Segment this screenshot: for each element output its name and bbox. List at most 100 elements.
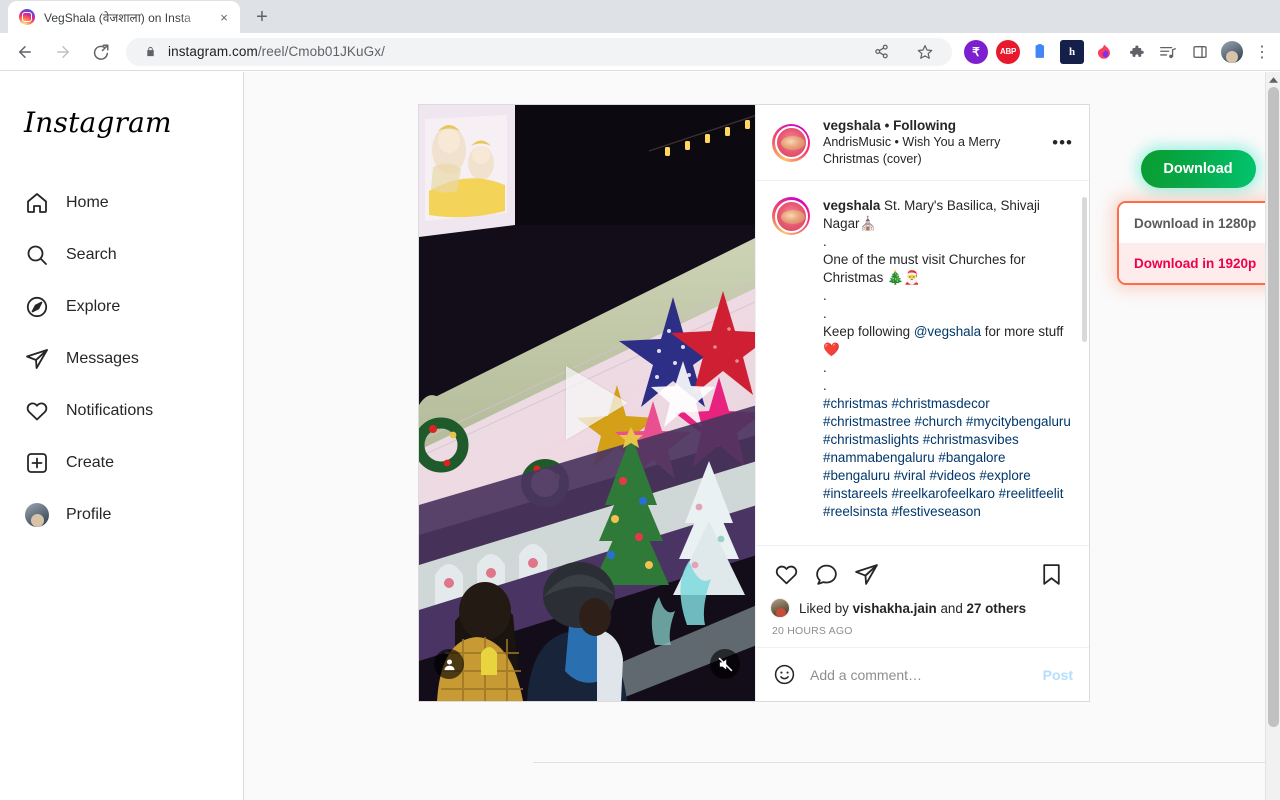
audio-track-label[interactable]: AndrisMusic • Wish You a Merry Christmas… <box>823 134 1046 168</box>
comment-input[interactable] <box>810 666 1043 683</box>
address-bar[interactable]: instagram.com/reel/Cmob01JKuGx/ <box>126 37 952 66</box>
close-icon[interactable]: × <box>216 9 232 25</box>
play-triangle-icon[interactable] <box>566 366 628 440</box>
side-panel-icon[interactable] <box>1188 40 1212 64</box>
sidebar-item-label: Create <box>66 454 115 471</box>
paper-plane-icon <box>24 346 50 372</box>
profile-avatar[interactable] <box>1221 40 1243 63</box>
reload-icon[interactable] <box>87 38 115 66</box>
page-viewport: Instagram Home Search Explore Messages N… <box>0 72 1280 800</box>
compass-icon <box>24 294 50 320</box>
forward-icon[interactable] <box>49 38 77 66</box>
plus-square-icon <box>24 450 50 476</box>
sidebar-item-label: Search <box>66 246 117 263</box>
url-text: instagram.com/reel/Cmob01JKuGx/ <box>168 44 385 59</box>
caption-scrollbar[interactable] <box>1081 197 1088 537</box>
browser-window: VegShala (वेजशाला) on Insta × + instagra… <box>0 0 1280 800</box>
post-header-texts: vegshala • Following AndrisMusic • Wish … <box>823 118 1046 168</box>
post-info-pane: vegshala • Following AndrisMusic • Wish … <box>755 105 1089 701</box>
reading-list-icon[interactable] <box>1156 40 1180 64</box>
download-button[interactable]: Download <box>1140 150 1256 188</box>
heart-icon <box>24 398 50 424</box>
author-avatar[interactable] <box>772 123 810 162</box>
muted-speaker-icon[interactable] <box>710 649 740 679</box>
extension-icons: ₹ ABP h <box>960 39 1216 64</box>
main-content: vegshala • Following AndrisMusic • Wish … <box>244 72 1280 800</box>
comment-bubble-icon[interactable] <box>810 558 842 590</box>
caption-scroll-area[interactable]: vegshala St. Mary's Basilica, Shivaji Na… <box>756 181 1089 545</box>
post-author-line: vegshala • Following <box>823 118 1046 133</box>
abp-adblock-icon[interactable]: ABP <box>996 39 1020 64</box>
post-timestamp: 20 HOURS AGO <box>772 625 853 637</box>
caption-avatar[interactable] <box>772 197 810 235</box>
download-option-1920p[interactable]: Download in 1920p <box>1119 243 1277 283</box>
sidebar-item-label: Home <box>66 194 109 211</box>
video-player[interactable] <box>419 105 755 701</box>
instagram-logo[interactable]: Instagram <box>24 106 231 139</box>
url-host: instagram.com <box>168 44 258 59</box>
sidebar-item-label: Explore <box>66 298 121 315</box>
caption-dot-1: . <box>823 234 827 249</box>
author-username[interactable]: vegshala <box>823 118 881 133</box>
clipboard-edit-icon[interactable] <box>1028 40 1052 64</box>
other-likers-count[interactable]: 27 others <box>967 601 1027 616</box>
back-icon[interactable] <box>11 38 39 66</box>
url-path: /reel/Cmob01JKuGx/ <box>257 44 385 59</box>
caption-dot-2: . <box>823 288 827 303</box>
caption-body: One of the must visit Churches for Chris… <box>823 252 1026 285</box>
caption-follow-prefix: Keep following <box>823 324 914 339</box>
page-scrollbar[interactable] <box>1265 72 1280 800</box>
sidebar-item-home[interactable]: Home <box>12 177 231 229</box>
like-heart-icon[interactable] <box>770 558 802 590</box>
star-icon[interactable] <box>911 38 939 66</box>
profile-avatar-icon <box>24 502 50 528</box>
home-icon <box>24 190 50 216</box>
sidebar-item-explore[interactable]: Explore <box>12 281 231 333</box>
new-tab-button[interactable]: + <box>248 3 276 31</box>
sidebar-item-messages[interactable]: Messages <box>12 333 231 385</box>
puzzle-extensions-icon[interactable] <box>1124 40 1148 64</box>
person-tag-icon[interactable] <box>434 649 464 679</box>
caption-text: vegshala St. Mary's Basilica, Shivaji Na… <box>823 197 1073 521</box>
action-icons-row <box>770 554 1075 594</box>
rupee-extension-icon[interactable]: ₹ <box>964 39 988 64</box>
downloader-widget: Download Download in 1280p Download in 1… <box>1117 150 1279 285</box>
flame-extension-icon[interactable] <box>1092 40 1116 64</box>
add-comment-bar: Post <box>756 647 1089 701</box>
liker-avatar[interactable] <box>770 598 790 618</box>
sidebar-item-search[interactable]: Search <box>12 229 231 281</box>
sidebar-item-notifications[interactable]: Notifications <box>12 385 231 437</box>
download-option-1280p[interactable]: Download in 1280p <box>1119 203 1277 243</box>
liker-username[interactable]: vishakha.jain <box>853 601 937 616</box>
omnibox-actions <box>862 38 944 66</box>
browser-toolbar: instagram.com/reel/Cmob01JKuGx/ ₹ ABP h <box>0 33 1280 71</box>
smiley-icon[interactable] <box>772 663 796 687</box>
sidebar-nav: Home Search Explore Messages Notificatio… <box>12 177 231 541</box>
mention-link[interactable]: @vegshala <box>914 324 981 339</box>
share-paper-plane-icon[interactable] <box>850 558 882 590</box>
browser-tab[interactable]: VegShala (वेजशाला) on Insta × <box>8 1 240 33</box>
following-label[interactable]: Following <box>893 118 956 133</box>
sidebar-item-create[interactable]: Create <box>12 437 231 489</box>
tab-title: VegShala (वेजशाला) on Insta <box>44 10 191 25</box>
sidebar-item-profile[interactable]: Profile <box>12 489 231 541</box>
download-options-menu: Download in 1280p Download in 1920p <box>1117 201 1279 285</box>
more-options-icon[interactable]: ••• <box>1046 133 1073 153</box>
hashtag-list[interactable]: #christmas #christmasdecor #christmastre… <box>823 396 1071 519</box>
sidebar-item-label: Profile <box>66 506 112 523</box>
browser-menu-icon[interactable]: ⋮ <box>1250 40 1274 64</box>
scrollbar-thumb[interactable] <box>1268 87 1279 727</box>
liked-by-text: Liked by vishakha.jain and 27 others <box>799 601 1026 616</box>
caption-author[interactable]: vegshala <box>823 198 880 213</box>
caption-dot-5: . <box>823 378 827 393</box>
share-icon[interactable] <box>867 38 895 66</box>
hbox-extension-icon[interactable]: h <box>1060 39 1084 64</box>
scroll-up-arrow-icon[interactable] <box>1266 72 1280 87</box>
post-card: vegshala • Following AndrisMusic • Wish … <box>418 104 1090 702</box>
separator-dot: • <box>884 117 890 133</box>
sidebar-item-label: Messages <box>66 350 139 367</box>
post-comment-button[interactable]: Post <box>1043 667 1073 683</box>
caption-fade <box>756 529 1089 545</box>
bookmark-icon[interactable] <box>1035 558 1067 590</box>
post-header: vegshala • Following AndrisMusic • Wish … <box>756 105 1089 181</box>
